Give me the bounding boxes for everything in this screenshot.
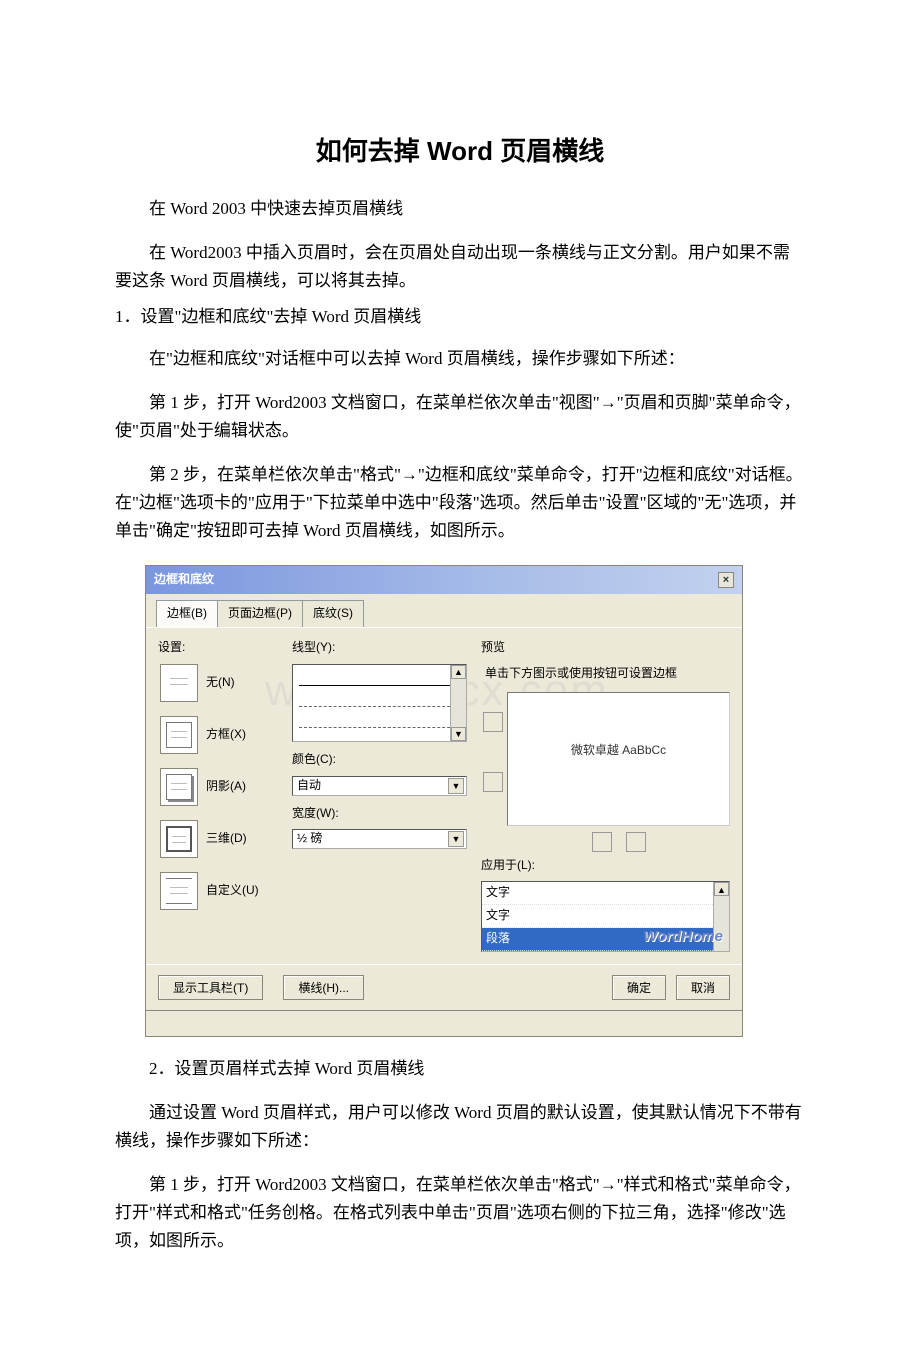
setting-label-text: 无(N) xyxy=(206,673,235,693)
preview-hint: 单击下方图示或使用按钮可设置边框 xyxy=(485,664,730,684)
border-right-button[interactable] xyxy=(626,832,646,852)
horizontal-line-button[interactable]: 横线(H)... xyxy=(283,975,364,1000)
setting-custom[interactable]: 自定义(U) xyxy=(160,872,278,910)
show-toolbar-button[interactable]: 显示工具栏(T) xyxy=(158,975,263,1000)
linetype-label: 线型(Y): xyxy=(292,638,467,658)
dropdown-value: 自动 xyxy=(297,776,321,796)
scroll-down-icon[interactable]: ▼ xyxy=(451,727,466,741)
intro-text: 在 Word 2003 中快速去掉页眉横线 xyxy=(115,195,805,223)
chevron-down-icon: ▼ xyxy=(448,778,464,794)
apply-dropdown[interactable]: 文字 文字 段落 ▲ WordHome xyxy=(481,881,730,951)
linetype-select[interactable]: ▲ ▼ xyxy=(292,664,467,742)
preview-sample-text: 微软卓越 AaBbCc xyxy=(508,741,729,761)
setting-box[interactable]: 方框(X) xyxy=(160,716,278,754)
setting-none[interactable]: 无(N) xyxy=(160,664,278,702)
close-icon[interactable]: × xyxy=(718,572,734,588)
section-heading-2: 2．设置页眉样式去掉 Word 页眉横线 xyxy=(115,1055,805,1083)
apply-label: 应用于(L): xyxy=(481,856,730,876)
apply-option-selected[interactable]: 段落 xyxy=(482,928,729,951)
paragraph: 第 1 步，打开 Word2003 文档窗口，在菜单栏依次单击"格式"→"样式和… xyxy=(115,1171,805,1255)
tab-row: 边框(B) 页面边框(P) 底纹(S) xyxy=(146,594,742,628)
apply-option[interactable]: 文字 xyxy=(482,905,729,928)
border-left-button[interactable] xyxy=(592,832,612,852)
tab-border[interactable]: 边框(B) xyxy=(156,600,218,627)
setting-label-text: 三维(D) xyxy=(206,829,247,849)
preview-pane: 微软卓越 AaBbCc xyxy=(507,692,730,826)
preview-label: 预览 xyxy=(481,638,730,658)
dialog-titlebar: 边框和底纹 × xyxy=(146,566,742,594)
scroll-up-icon[interactable]: ▲ xyxy=(451,665,466,679)
setting-label-text: 方框(X) xyxy=(206,725,246,745)
dialog-shadow-bar xyxy=(145,1011,743,1037)
dialog-title: 边框和底纹 xyxy=(154,570,214,590)
paragraph: 通过设置 Word 页眉样式，用户可以修改 Word 页眉的默认设置，使其默认情… xyxy=(115,1099,805,1155)
paragraph: 在 Word2003 中插入页眉时，会在页眉处自动出现一条横线与正文分割。用户如… xyxy=(115,239,805,295)
paragraph: 第 2 步，在菜单栏依次单击"格式"→"边框和底纹"菜单命令，打开"边框和底纹"… xyxy=(115,461,805,545)
tab-page-border[interactable]: 页面边框(P) xyxy=(217,600,303,627)
width-label: 宽度(W): xyxy=(292,804,467,824)
page-title: 如何去掉 Word 页眉横线 xyxy=(115,130,805,173)
width-dropdown[interactable]: ½ 磅 ▼ xyxy=(292,829,467,849)
section-heading-1: 1．设置"边框和底纹"去掉 Word 页眉横线 xyxy=(115,303,805,331)
color-label: 颜色(C): xyxy=(292,750,467,770)
dialog-screenshot: www.bdocx.com 边框和底纹 × 边框(B) 页面边框(P) 底纹(S… xyxy=(145,565,743,1036)
border-top-button[interactable] xyxy=(483,712,503,732)
apply-option[interactable]: 文字 xyxy=(482,882,729,905)
setting-label-text: 阴影(A) xyxy=(206,777,246,797)
paragraph: 在"边框和底纹"对话框中可以去掉 Word 页眉横线，操作步骤如下所述： xyxy=(115,345,805,373)
cancel-button[interactable]: 取消 xyxy=(676,975,730,1000)
border-bottom-button[interactable] xyxy=(483,772,503,792)
chevron-down-icon: ▼ xyxy=(448,831,464,847)
scroll-up-icon[interactable]: ▲ xyxy=(714,882,729,896)
setting-label: 设置: xyxy=(158,638,278,658)
setting-3d[interactable]: 三维(D) xyxy=(160,820,278,858)
ok-button[interactable]: 确定 xyxy=(612,975,666,1000)
setting-label-text: 自定义(U) xyxy=(206,881,259,901)
tab-shading[interactable]: 底纹(S) xyxy=(302,600,364,627)
paragraph: 第 1 步，打开 Word2003 文档窗口，在菜单栏依次单击"视图"→"页眉和… xyxy=(115,389,805,445)
dropdown-value: ½ 磅 xyxy=(297,829,322,849)
color-dropdown[interactable]: 自动 ▼ xyxy=(292,776,467,796)
setting-shadow[interactable]: 阴影(A) xyxy=(160,768,278,806)
